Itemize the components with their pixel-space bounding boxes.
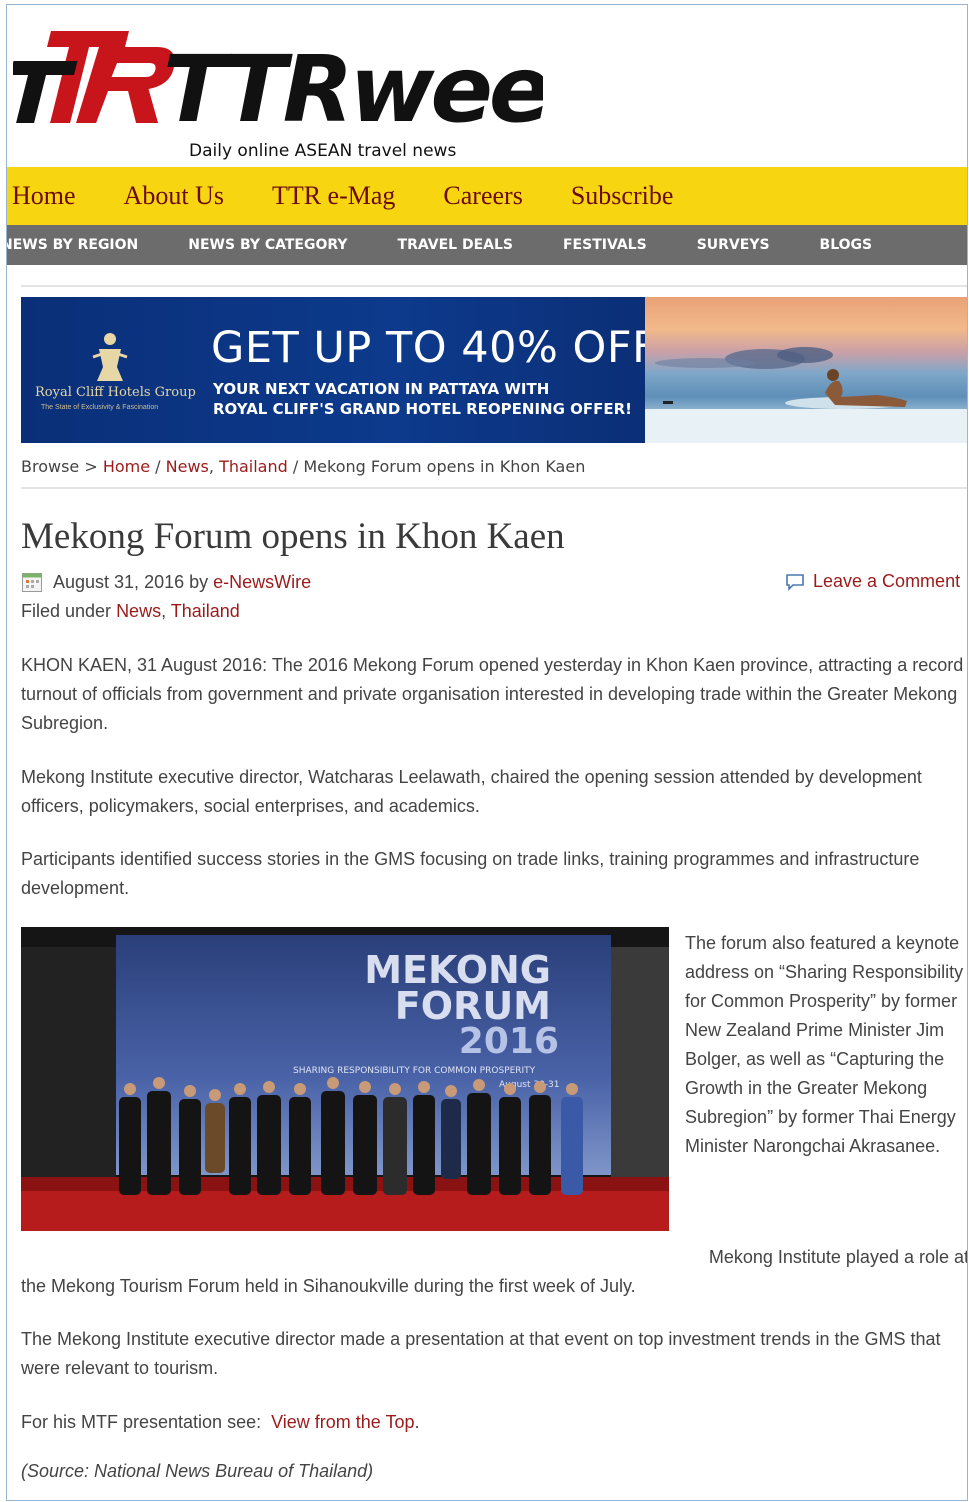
royal-cliff-emblem-icon bbox=[92, 333, 128, 381]
subnav-news-by-category[interactable]: NEWS BY CATEGORY bbox=[188, 237, 347, 253]
breadcrumb-current: Mekong Forum opens in Khon Kaen bbox=[303, 457, 586, 476]
logo-wordmark: TTRweekly bbox=[163, 36, 543, 143]
banner-brand-tagline: The State of Exclusivity & Fascination bbox=[41, 404, 159, 411]
subnav-surveys[interactable]: SURVEYS bbox=[697, 237, 770, 253]
photo-text-year: 2016 bbox=[459, 1021, 559, 1062]
article-side-text: The forum also featured a keynote addres… bbox=[685, 933, 964, 1156]
site-tagline: Daily online ASEAN travel news bbox=[189, 141, 457, 161]
banner-subtext-line1: YOUR NEXT VACATION IN PATTAYA WITH bbox=[213, 380, 550, 398]
article-paragraph-1: KHON KAEN, 31 August 2016: The 2016 Meko… bbox=[21, 655, 964, 733]
article-paragraph-3: Participants identified success stories … bbox=[21, 849, 920, 898]
breadcrumb-browse: Browse > bbox=[21, 457, 98, 476]
view-from-the-top-link[interactable]: View from the Top bbox=[271, 1412, 414, 1432]
filed-under: Filed under News, Thailand bbox=[21, 601, 240, 622]
promo-banner[interactable]: Royal Cliff Hotels Group The State of Ex… bbox=[21, 297, 967, 443]
divider bbox=[21, 487, 967, 489]
leave-comment-link[interactable]: Leave a Comment bbox=[785, 571, 960, 592]
nav-ttr-emag[interactable]: TTR e-Mag bbox=[272, 181, 395, 211]
banner-subtext-line2: ROYAL CLIFF'S GRAND HOTEL REOPENING OFFE… bbox=[213, 400, 632, 418]
article-paragraph-4-line1: Mekong Institute played a role at bbox=[708, 1247, 968, 1267]
comment-icon bbox=[786, 573, 804, 591]
article-photo: MEKONG FORUM 2016 SHARING RESPONSIBILITY… bbox=[21, 927, 669, 1231]
beach-scene-image bbox=[645, 347, 967, 443]
category-separator: , bbox=[161, 601, 171, 621]
article-source: (Source: National News Bureau of Thailan… bbox=[21, 1461, 374, 1481]
filed-under-label: Filed under bbox=[21, 601, 117, 621]
article-paragraph-6: For his MTF presentation see: View from … bbox=[21, 1408, 966, 1437]
article-author[interactable]: e-NewsWire bbox=[213, 572, 311, 593]
site-logo[interactable]: TTRweekly Daily online ASEAN travel news bbox=[10, 23, 700, 161]
article-title: Mekong Forum opens in Khon Kaen bbox=[21, 516, 565, 557]
breadcrumb-home[interactable]: Home bbox=[103, 457, 150, 476]
banner-beach-photo bbox=[645, 297, 967, 443]
breadcrumb-news[interactable]: News bbox=[166, 457, 209, 476]
category-thailand-link[interactable]: Thailand bbox=[171, 601, 240, 621]
breadcrumb-comma: , bbox=[208, 457, 220, 476]
presentation-suffix: . bbox=[414, 1412, 420, 1432]
nav-home[interactable]: Home bbox=[12, 181, 76, 211]
subnav-travel-deals[interactable]: TRAVEL DEALS bbox=[398, 237, 513, 253]
banner-subtext: YOUR NEXT VACATION IN PATTAYA WITH ROYAL… bbox=[213, 379, 632, 419]
subnav-news-by-region[interactable]: NEWS BY REGION bbox=[7, 237, 138, 253]
presentation-prefix: For his MTF presentation see: bbox=[21, 1412, 272, 1432]
category-news-link[interactable]: News bbox=[116, 601, 161, 621]
leave-comment-label: Leave a Comment bbox=[813, 571, 961, 591]
divider bbox=[21, 285, 967, 287]
nav-about-us[interactable]: About Us bbox=[124, 181, 224, 211]
article-meta: August 31, 2016 by e-NewsWire bbox=[21, 571, 311, 593]
photo-strap: SHARING RESPONSIBILITY FOR COMMON PROSPE… bbox=[293, 1066, 536, 1076]
article-date: August 31, 2016 bbox=[53, 571, 185, 592]
subnav-blogs[interactable]: BLOGS bbox=[820, 237, 873, 253]
breadcrumb-thailand[interactable]: Thailand bbox=[219, 457, 288, 476]
ttr-weekly-logo-icon: TTRweekly bbox=[10, 31, 700, 143]
nav-careers[interactable]: Careers bbox=[443, 181, 522, 211]
mekong-forum-group-photo: MEKONG FORUM 2016 SHARING RESPONSIBILITY… bbox=[21, 927, 669, 1231]
breadcrumb-separator: / bbox=[287, 457, 304, 476]
subnav-festivals[interactable]: FESTIVALS bbox=[563, 237, 647, 253]
breadcrumb: Browse > Home / News, Thailand / Mekong … bbox=[21, 457, 585, 476]
article-paragraph-4-line2: the Mekong Tourism Forum held in Sihanou… bbox=[21, 1276, 636, 1296]
page-frame: TTRweekly Daily online ASEAN travel news… bbox=[6, 4, 968, 1501]
byline-by: by bbox=[184, 571, 214, 592]
nav-subscribe[interactable]: Subscribe bbox=[571, 181, 674, 211]
calendar-icon bbox=[22, 573, 42, 592]
category-nav: NEWS BY REGION NEWS BY CATEGORY TRAVEL D… bbox=[7, 225, 967, 265]
banner-brand: Royal Cliff Hotels Group bbox=[35, 385, 196, 400]
article-paragraph-5: The Mekong Institute executive director … bbox=[21, 1329, 941, 1378]
top-nav: Home About Us TTR e-Mag Careers Subscrib… bbox=[7, 167, 967, 225]
banner-headline: GET UP TO 40% OFF bbox=[211, 323, 658, 373]
breadcrumb-separator: / bbox=[150, 457, 166, 476]
article-paragraph-2: Mekong Institute executive director, Wat… bbox=[21, 767, 922, 816]
